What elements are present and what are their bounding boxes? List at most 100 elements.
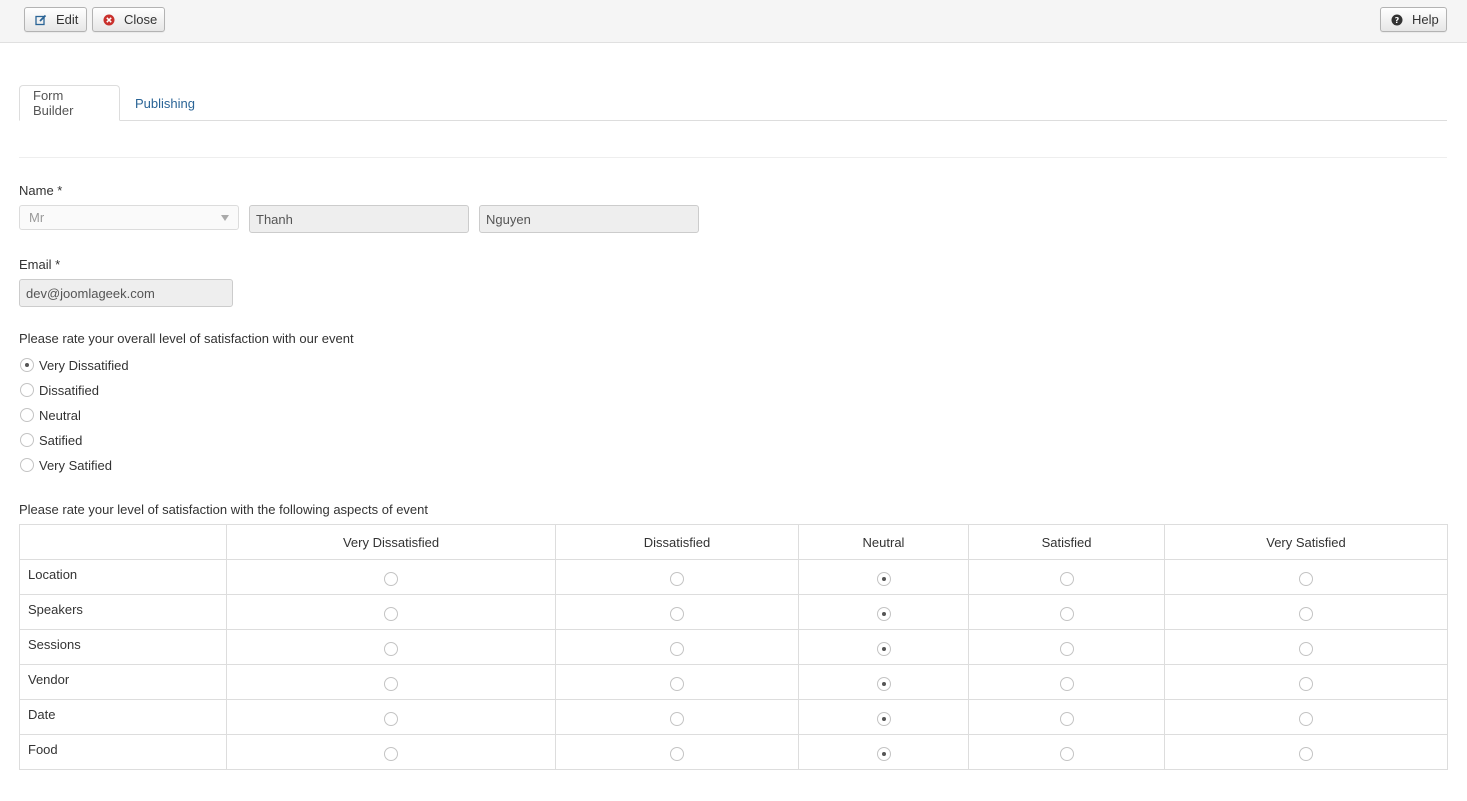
matrix-cell: [555, 734, 799, 770]
matrix-radio[interactable]: [1059, 712, 1074, 726]
overall-option: Dissatified: [20, 382, 99, 398]
title-select[interactable]: Mr: [19, 205, 239, 230]
matrix-cell: [968, 734, 1165, 770]
table-row: Sessions: [19, 629, 1448, 665]
matrix-radio[interactable]: [876, 607, 891, 621]
section-divider: [19, 157, 1447, 158]
matrix-radio[interactable]: [1299, 677, 1313, 691]
overall-question: Please rate your overall level of satisf…: [19, 331, 354, 346]
matrix-radio[interactable]: [1059, 677, 1074, 691]
close-circle-icon: [103, 14, 115, 26]
matrix-radio[interactable]: [384, 712, 398, 726]
matrix-radio[interactable]: [670, 572, 684, 586]
matrix-cell: [798, 559, 969, 595]
matrix-cell: [555, 664, 799, 700]
matrix-radio[interactable]: [876, 572, 891, 586]
matrix-radio[interactable]: [876, 642, 891, 656]
close-button[interactable]: Close: [92, 7, 165, 32]
matrix-cell: [968, 594, 1165, 630]
matrix-radio[interactable]: [670, 747, 684, 761]
overall-radio-very-satified[interactable]: [20, 458, 34, 472]
matrix-cell: [798, 734, 969, 770]
matrix-radio[interactable]: [1299, 607, 1313, 621]
matrix-row-label: Vendor: [19, 664, 227, 700]
matrix-radio[interactable]: [1059, 607, 1074, 621]
matrix-radio[interactable]: [1059, 642, 1074, 656]
matrix-radio[interactable]: [670, 607, 684, 621]
email-field[interactable]: [19, 279, 233, 307]
matrix-corner-cell: [19, 524, 227, 560]
option-label: Very Satified: [39, 457, 112, 473]
matrix-row-label: Sessions: [19, 629, 227, 665]
help-button[interactable]: ? Help: [1380, 7, 1447, 32]
matrix-radio[interactable]: [670, 677, 684, 691]
matrix-cell: [968, 664, 1165, 700]
matrix-radio[interactable]: [1299, 712, 1313, 726]
close-button-label: Close: [124, 12, 158, 27]
svg-text:?: ?: [1395, 16, 1400, 25]
matrix-radio[interactable]: [1059, 572, 1074, 586]
help-circle-icon: ?: [1391, 14, 1403, 26]
matrix-cell: [798, 629, 969, 665]
help-button-label: Help: [1412, 12, 1439, 27]
matrix-cell: [1164, 664, 1448, 700]
matrix-cell: [226, 699, 556, 735]
matrix-radio[interactable]: [1299, 572, 1313, 586]
matrix-cell: [555, 629, 799, 665]
edit-button[interactable]: Edit: [24, 7, 87, 32]
overall-option: Very Dissatified: [20, 357, 129, 373]
table-row: Vendor: [19, 664, 1448, 700]
matrix-radio[interactable]: [1059, 747, 1074, 761]
overall-radio-very-dissatified[interactable]: [20, 358, 34, 372]
matrix-radio[interactable]: [1299, 642, 1313, 656]
matrix-header-row: Very Dissatisfied Dissatisfied Neutral S…: [19, 524, 1448, 560]
tab-form-builder[interactable]: Form Builder: [19, 85, 120, 121]
tab-bar: Form Builder Publishing: [19, 85, 1447, 121]
matrix-radio[interactable]: [876, 677, 891, 691]
overall-radio-neutral[interactable]: [20, 408, 34, 422]
matrix-cell: [226, 629, 556, 665]
matrix-cell: [798, 594, 969, 630]
email-label: Email *: [19, 257, 61, 272]
matrix-question: Please rate your level of satisfaction w…: [19, 502, 428, 517]
matrix-radio[interactable]: [670, 642, 684, 656]
matrix-column-header: Neutral: [798, 524, 969, 560]
matrix-cell: [1164, 629, 1448, 665]
matrix-cell: [1164, 699, 1448, 735]
matrix-cell: [798, 699, 969, 735]
matrix-radio[interactable]: [670, 712, 684, 726]
matrix-cell: [555, 559, 799, 595]
tab-publishing[interactable]: Publishing: [122, 85, 208, 121]
option-label: Dissatified: [39, 382, 99, 398]
matrix-cell: [1164, 559, 1448, 595]
matrix-radio[interactable]: [384, 607, 398, 621]
table-row: Food: [19, 734, 1448, 770]
matrix-row-label: Food: [19, 734, 227, 770]
matrix-row-label: Speakers: [19, 594, 227, 630]
overall-radio-dissatified[interactable]: [20, 383, 34, 397]
matrix-radio[interactable]: [876, 712, 891, 726]
matrix-column-header: Satisfied: [968, 524, 1165, 560]
overall-option: Neutral: [20, 407, 81, 423]
overall-option: Very Satified: [20, 457, 112, 473]
matrix-row-label: Location: [19, 559, 227, 595]
overall-radio-satified[interactable]: [20, 433, 34, 447]
table-row: Speakers: [19, 594, 1448, 630]
matrix-cell: [226, 734, 556, 770]
matrix-cell: [798, 664, 969, 700]
matrix-radio[interactable]: [384, 642, 398, 656]
matrix-radio[interactable]: [384, 572, 398, 586]
first-name-field[interactable]: [249, 205, 469, 233]
name-label: Name *: [19, 183, 63, 198]
matrix-radio[interactable]: [384, 747, 398, 761]
matrix-cell: [226, 664, 556, 700]
matrix-radio[interactable]: [384, 677, 398, 691]
matrix-cell: [1164, 734, 1448, 770]
last-name-field[interactable]: [479, 205, 699, 233]
option-label: Very Dissatified: [39, 357, 129, 373]
matrix-radio[interactable]: [876, 747, 891, 761]
matrix-radio[interactable]: [1299, 747, 1313, 761]
overall-option: Satified: [20, 432, 82, 448]
matrix-cell: [1164, 594, 1448, 630]
option-label: Neutral: [39, 407, 81, 423]
